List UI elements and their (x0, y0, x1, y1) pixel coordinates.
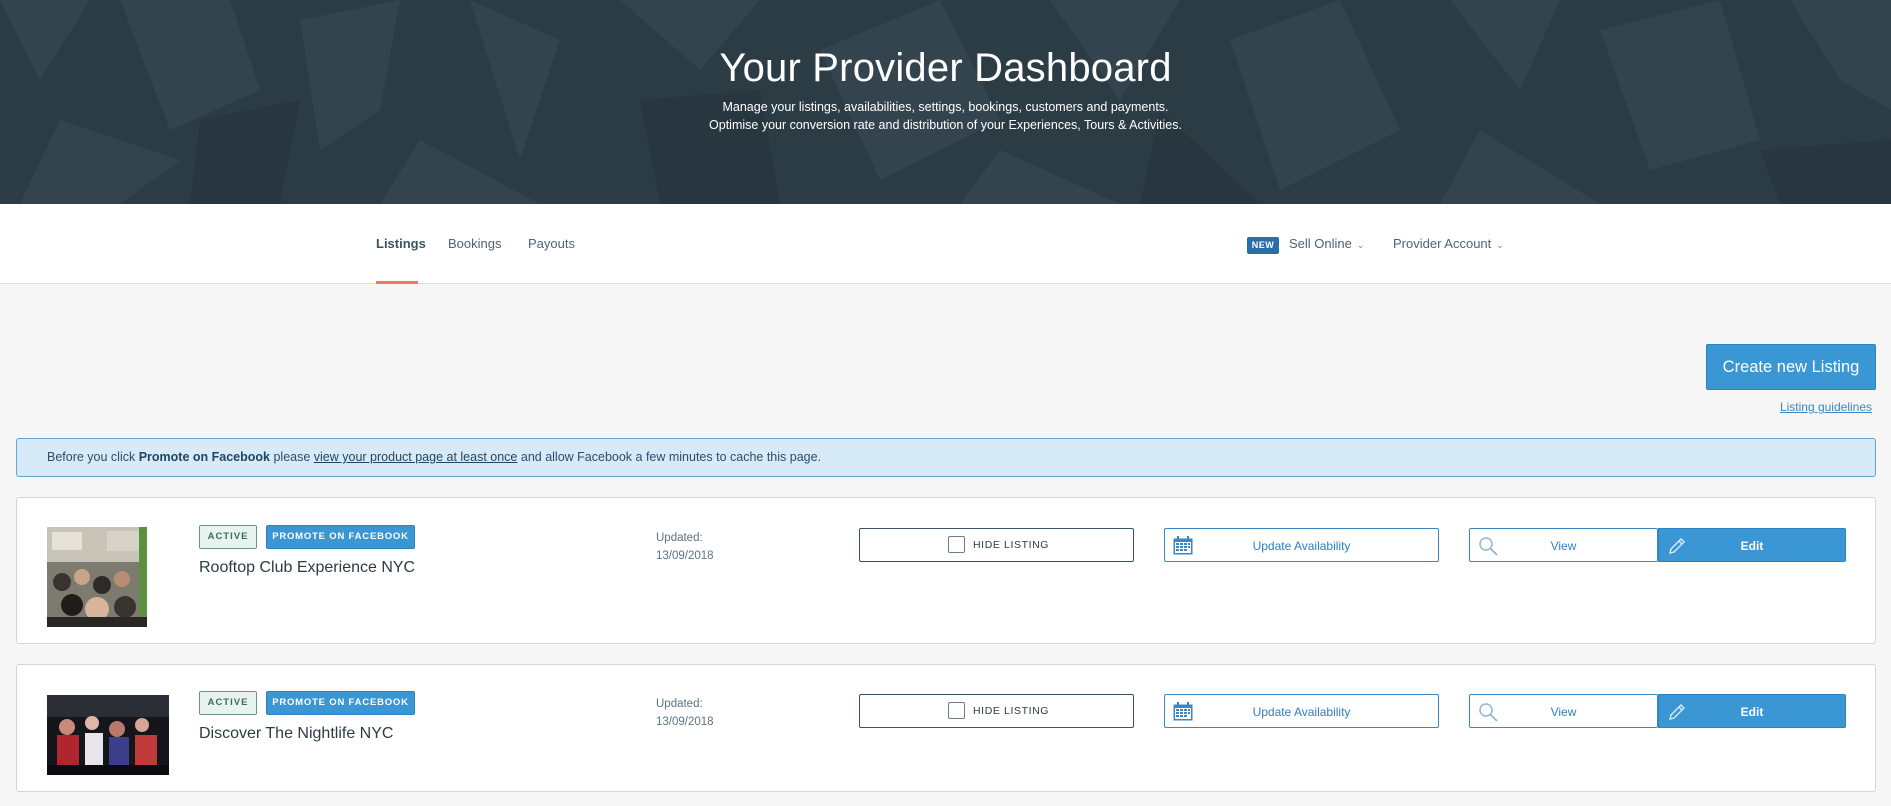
banner-prefix: Before you click (47, 450, 139, 464)
view-label: View (1550, 705, 1577, 719)
listing-card: ACTIVE PROMOTE ON FACEBOOK Discover The … (16, 664, 1876, 792)
tab-listings[interactable]: Listings (376, 236, 426, 251)
hide-listing-toggle[interactable]: HIDE LISTING (859, 528, 1134, 562)
status-badge: ACTIVE (199, 525, 257, 549)
update-availability-button[interactable]: Update Availability (1164, 528, 1439, 562)
banner-suffix: and allow Facebook a few minutes to cach… (517, 450, 822, 464)
listing-thumbnail (47, 527, 147, 627)
view-button[interactable]: View (1469, 694, 1658, 728)
hero-banner: Your Provider Dashboard Manage your list… (0, 0, 1891, 204)
updated-label: Updated: (656, 698, 703, 710)
updated-date: 13/09/2018 (656, 716, 714, 728)
hide-listing-toggle[interactable]: HIDE LISTING (859, 694, 1134, 728)
hide-listing-label: HIDE LISTING (973, 705, 1050, 717)
view-label: View (1550, 539, 1577, 553)
update-availability-button[interactable]: Update Availability (1164, 694, 1439, 728)
chevron-down-icon: ⌄ (1356, 240, 1365, 250)
update-availability-label: Update Availability (1252, 539, 1351, 553)
provider-account-label: Provider Account (1393, 236, 1492, 251)
updated-date: 13/09/2018 (656, 550, 714, 562)
tab-bookings[interactable]: Bookings (448, 236, 501, 251)
checkbox[interactable] (948, 536, 965, 553)
dashboard-nav: Listings Bookings Payouts NEW Sell Onlin… (0, 204, 1891, 284)
facebook-info-banner: Before you click Promote on Facebook ple… (16, 438, 1876, 477)
banner-bold: Promote on Facebook (138, 450, 270, 464)
provider-account-dropdown[interactable]: Provider Account ⌄ (1393, 236, 1504, 251)
active-tab-indicator (376, 281, 418, 284)
listing-title[interactable]: Rooftop Club Experience NYC (199, 559, 415, 577)
listing-thumbnail (47, 695, 169, 775)
tab-payouts[interactable]: Payouts (528, 236, 575, 251)
chevron-down-icon: ⌄ (1496, 240, 1504, 250)
hide-listing-label: HIDE LISTING (973, 539, 1050, 551)
listing-title[interactable]: Discover The Nightlife NYC (199, 725, 393, 743)
edit-label: Edit (1740, 705, 1764, 719)
view-button[interactable]: View (1469, 528, 1658, 562)
update-availability-label: Update Availability (1252, 705, 1351, 719)
promote-facebook-button[interactable]: PROMOTE ON FACEBOOK (266, 525, 415, 549)
create-listing-button[interactable]: Create new Listing (1706, 344, 1876, 390)
hero-subtitle-1: Manage your listings, availabilities, se… (722, 100, 1169, 114)
hero-subtitle-2: Optimise your conversion rate and distri… (709, 118, 1182, 132)
sell-online-label: Sell Online (1289, 236, 1352, 251)
page-title: Your Provider Dashboard (719, 46, 1172, 90)
sell-online-dropdown[interactable]: Sell Online ⌄ (1289, 236, 1364, 251)
promote-facebook-button[interactable]: PROMOTE ON FACEBOOK (266, 691, 415, 715)
checkbox[interactable] (948, 702, 965, 719)
updated-label: Updated: (656, 532, 703, 544)
new-badge: NEW (1247, 237, 1279, 254)
listing-guidelines-link[interactable]: Listing guidelines (1777, 400, 1872, 414)
edit-button[interactable]: Edit (1658, 694, 1846, 728)
view-product-page-link[interactable]: view your product page at least once (314, 450, 518, 464)
edit-button[interactable]: Edit (1658, 528, 1846, 562)
edit-label: Edit (1740, 539, 1764, 553)
listing-card: ACTIVE PROMOTE ON FACEBOOK Rooftop Club … (16, 497, 1876, 644)
banner-middle: please (270, 450, 314, 464)
status-badge: ACTIVE (199, 691, 257, 715)
